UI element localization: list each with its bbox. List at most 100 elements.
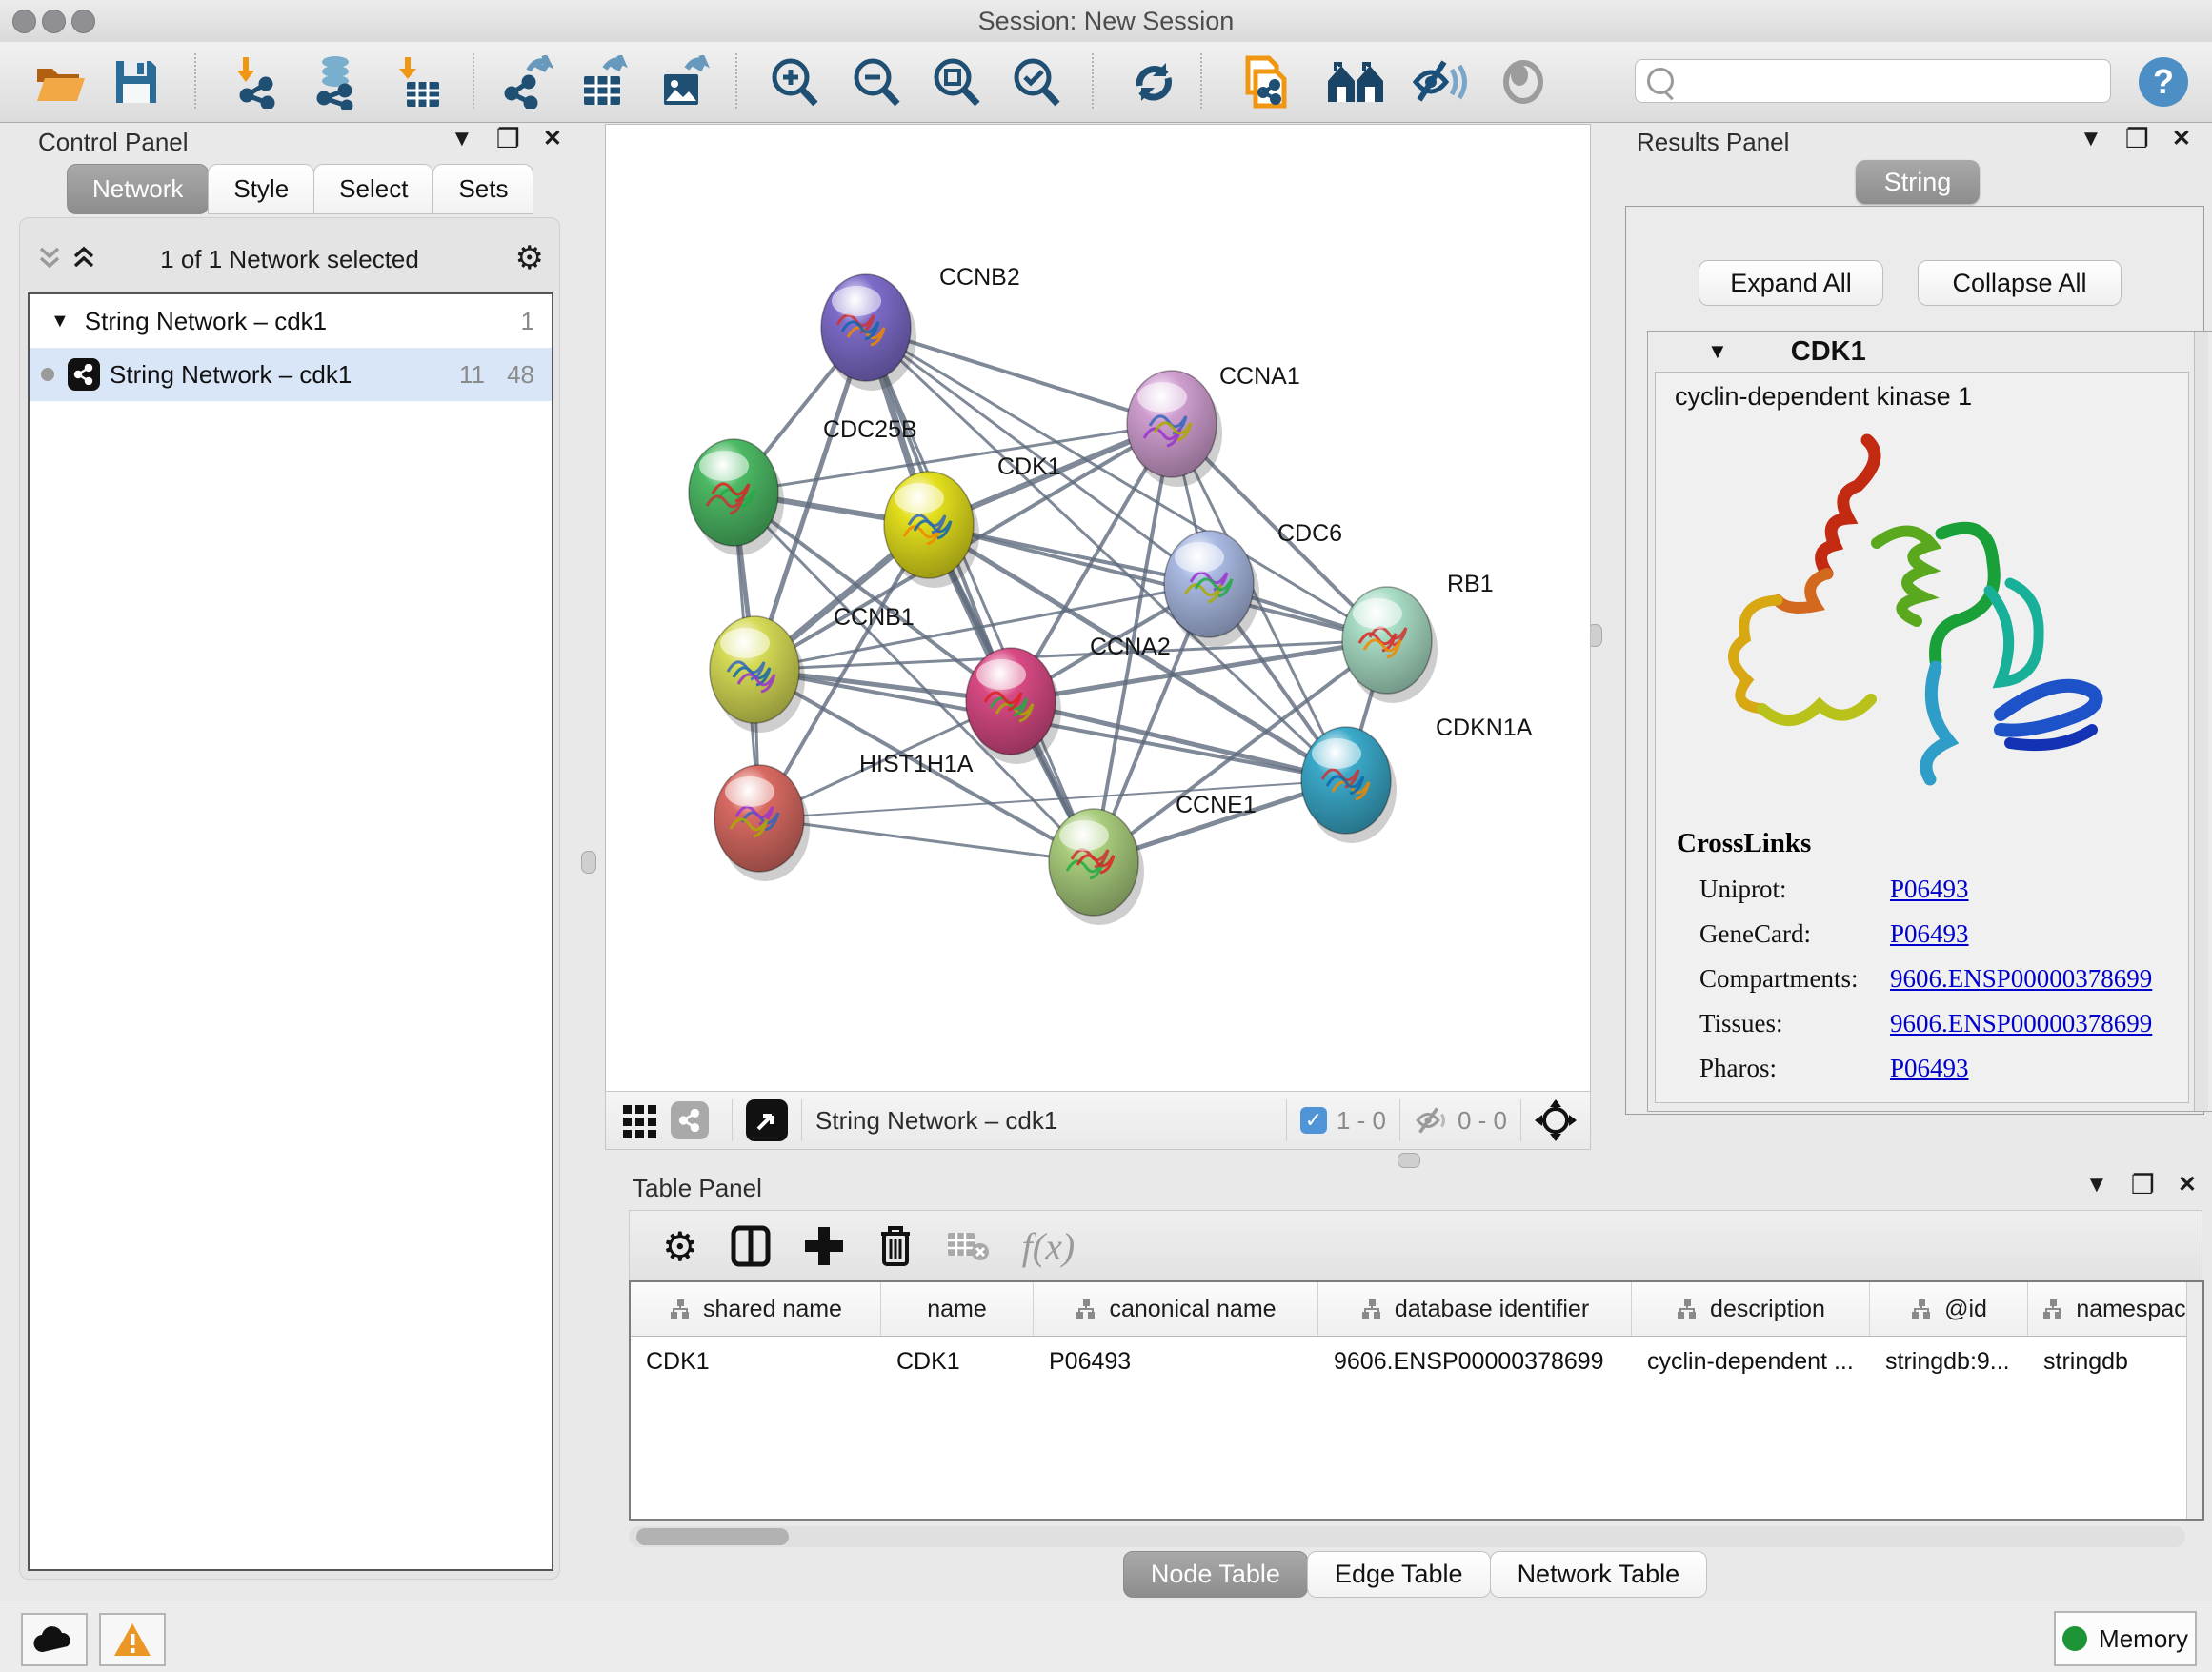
warning-button[interactable] (99, 1613, 166, 1666)
zoom-out-button[interactable] (844, 51, 907, 112)
node-CCNA1[interactable] (1127, 371, 1222, 487)
copy-network-button[interactable] (1235, 51, 1297, 112)
import-table-icon (392, 55, 441, 109)
import-table-button[interactable] (385, 51, 448, 112)
zoom-in-button[interactable] (762, 51, 825, 112)
search-box (1635, 59, 2111, 103)
search-input[interactable] (1679, 67, 2110, 95)
network-collection-row[interactable]: ▼ String Network – cdk1 1 (30, 294, 552, 348)
selected-checkbox-icon[interactable]: ✓ (1300, 1107, 1327, 1134)
delete-table-icon-disabled (946, 1229, 990, 1263)
node-CCNB2[interactable] (821, 274, 916, 391)
cdk1-section-header[interactable]: ▼ CDK1 (1648, 332, 2212, 372)
open-session-button[interactable] (29, 51, 91, 112)
tab-edge-table[interactable]: Edge Table (1307, 1551, 1491, 1598)
close-panel-icon[interactable]: ✕ (2172, 128, 2191, 151)
float-panel-icon[interactable]: ▼ (451, 128, 473, 151)
import-network-from-database-button[interactable] (303, 51, 366, 112)
show-eye-button[interactable] (1492, 51, 1555, 112)
edge-CCNB2-CCNE1[interactable] (866, 328, 1094, 862)
node-CDC6[interactable] (1164, 531, 1259, 647)
zoom-fit-button[interactable] (924, 51, 987, 112)
horizontal-splitter-handle[interactable] (1398, 1153, 1420, 1168)
close-panel-icon[interactable]: ✕ (2178, 1174, 2197, 1197)
table-vertical-scrollbar[interactable] (2186, 1282, 2202, 1519)
help-button[interactable]: ? (2132, 51, 2195, 112)
float-panel-icon[interactable]: ▼ (2080, 128, 2102, 151)
column-header-database-identifier[interactable]: database identifier (1318, 1282, 1632, 1336)
node-CCNB1[interactable] (710, 616, 805, 733)
column-header-shared-name[interactable]: shared name (631, 1282, 881, 1336)
column-header-name[interactable]: name (881, 1282, 1034, 1336)
export-network-button[interactable] (495, 51, 558, 112)
crosslink-tissues-link[interactable]: 9606.ENSP00000378699 (1890, 1009, 2152, 1038)
tab-style[interactable]: Style (208, 164, 314, 214)
tree-expand-caret-icon[interactable]: ▼ (50, 311, 70, 332)
node-CDK1[interactable] (884, 472, 979, 588)
crosslink-genecard-link[interactable]: P06493 (1890, 919, 1969, 949)
delete-column-icon[interactable] (877, 1224, 914, 1268)
memory-button[interactable]: Memory (2054, 1611, 2197, 1666)
neighborhood-button[interactable] (1324, 51, 1387, 112)
crosslink-compartments-link[interactable]: 9606.ENSP00000378699 (1890, 964, 2152, 994)
refresh-button[interactable] (1122, 51, 1185, 112)
left-splitter-handle[interactable] (581, 851, 596, 874)
toolbar-separator (1092, 53, 1094, 109)
node-CDC25B[interactable] (689, 439, 784, 555)
show-columns-icon[interactable] (731, 1225, 771, 1267)
table-cell[interactable]: 9606.ENSP00000378699 (1318, 1337, 1632, 1386)
table-row[interactable]: CDK1CDK1P064939606.ENSP00000378699cyclin… (631, 1337, 2202, 1386)
zoom-selected-button[interactable] (1004, 51, 1067, 112)
tab-select[interactable]: Select (313, 164, 433, 214)
crosslink-pharos-link[interactable]: P06493 (1890, 1054, 1969, 1083)
close-panel-icon[interactable]: ✕ (543, 128, 562, 151)
add-column-icon[interactable] (803, 1225, 845, 1267)
maximize-panel-icon[interactable]: ❐ (2131, 1172, 2155, 1199)
column-header-canonical-name[interactable]: canonical name (1034, 1282, 1318, 1336)
column-header--id[interactable]: @id (1870, 1282, 2028, 1336)
node-HIST1H1A[interactable] (714, 765, 810, 881)
table-cell[interactable]: stringdb (2028, 1337, 2201, 1386)
expand-all-button[interactable]: Expand All (1699, 260, 1883, 306)
column-header-description[interactable]: description (1632, 1282, 1870, 1336)
results-panel: Results Panel ▼ ❐ ✕ String Expand All Co… (1610, 126, 2212, 1158)
table-horizontal-scrollbar[interactable] (629, 1526, 2185, 1547)
export-table-button[interactable] (572, 51, 634, 112)
table-cell[interactable]: CDK1 (881, 1337, 1034, 1386)
network-view-share-icon[interactable] (671, 1101, 709, 1139)
table-cell[interactable]: cyclin-dependent ... (1632, 1337, 1870, 1386)
tab-node-table[interactable]: Node Table (1123, 1551, 1308, 1598)
section-collapse-caret-icon[interactable]: ▼ (1707, 339, 1728, 364)
export-image-button[interactable] (652, 51, 714, 112)
grid-view-icon[interactable] (621, 1101, 659, 1139)
node-CCNE1[interactable] (1049, 809, 1144, 925)
hide-unhide-button[interactable] (1408, 51, 1471, 112)
crosslink-uniprot-link[interactable]: P06493 (1890, 875, 1969, 904)
network-options-gear-icon[interactable]: ⚙ (515, 239, 544, 277)
table-cell[interactable]: CDK1 (631, 1337, 881, 1386)
birds-eye-view-icon[interactable] (746, 1099, 788, 1141)
node-RB1[interactable] (1342, 587, 1438, 703)
column-header-namespac[interactable]: namespac (2028, 1282, 2201, 1336)
table-cell[interactable]: P06493 (1034, 1337, 1318, 1386)
tab-sets[interactable]: Sets (432, 164, 533, 214)
node-CDKN1A[interactable] (1301, 727, 1397, 843)
collapse-all-button[interactable]: Collapse All (1918, 260, 2122, 306)
export-network-icon (500, 55, 553, 109)
scrollbar-thumb[interactable] (636, 1528, 789, 1545)
cloud-button[interactable] (21, 1613, 88, 1666)
tab-network-table[interactable]: Network Table (1490, 1551, 1708, 1598)
maximize-panel-icon[interactable]: ❐ (496, 126, 520, 152)
table-cell[interactable]: stringdb:9... (1870, 1337, 2028, 1386)
maximize-panel-icon[interactable]: ❐ (2125, 126, 2149, 152)
import-network-button[interactable] (221, 51, 284, 112)
tab-network[interactable]: Network (67, 164, 209, 214)
fit-content-crosshair-icon[interactable] (1535, 1099, 1577, 1141)
results-vertical-scrollbar[interactable] (2194, 332, 2208, 1111)
save-session-button[interactable] (105, 51, 168, 112)
network-canvas[interactable]: CCNB2CCNA1CDC25BCDK1CDC6RB1CCNB1CCNA2CDK… (605, 124, 1591, 1093)
float-panel-icon[interactable]: ▼ (2085, 1174, 2108, 1197)
results-tab-string[interactable]: String (1856, 160, 1980, 204)
table-options-gear-icon[interactable]: ⚙ (662, 1223, 698, 1270)
network-row-selected[interactable]: String Network – cdk1 11 48 (30, 348, 552, 401)
